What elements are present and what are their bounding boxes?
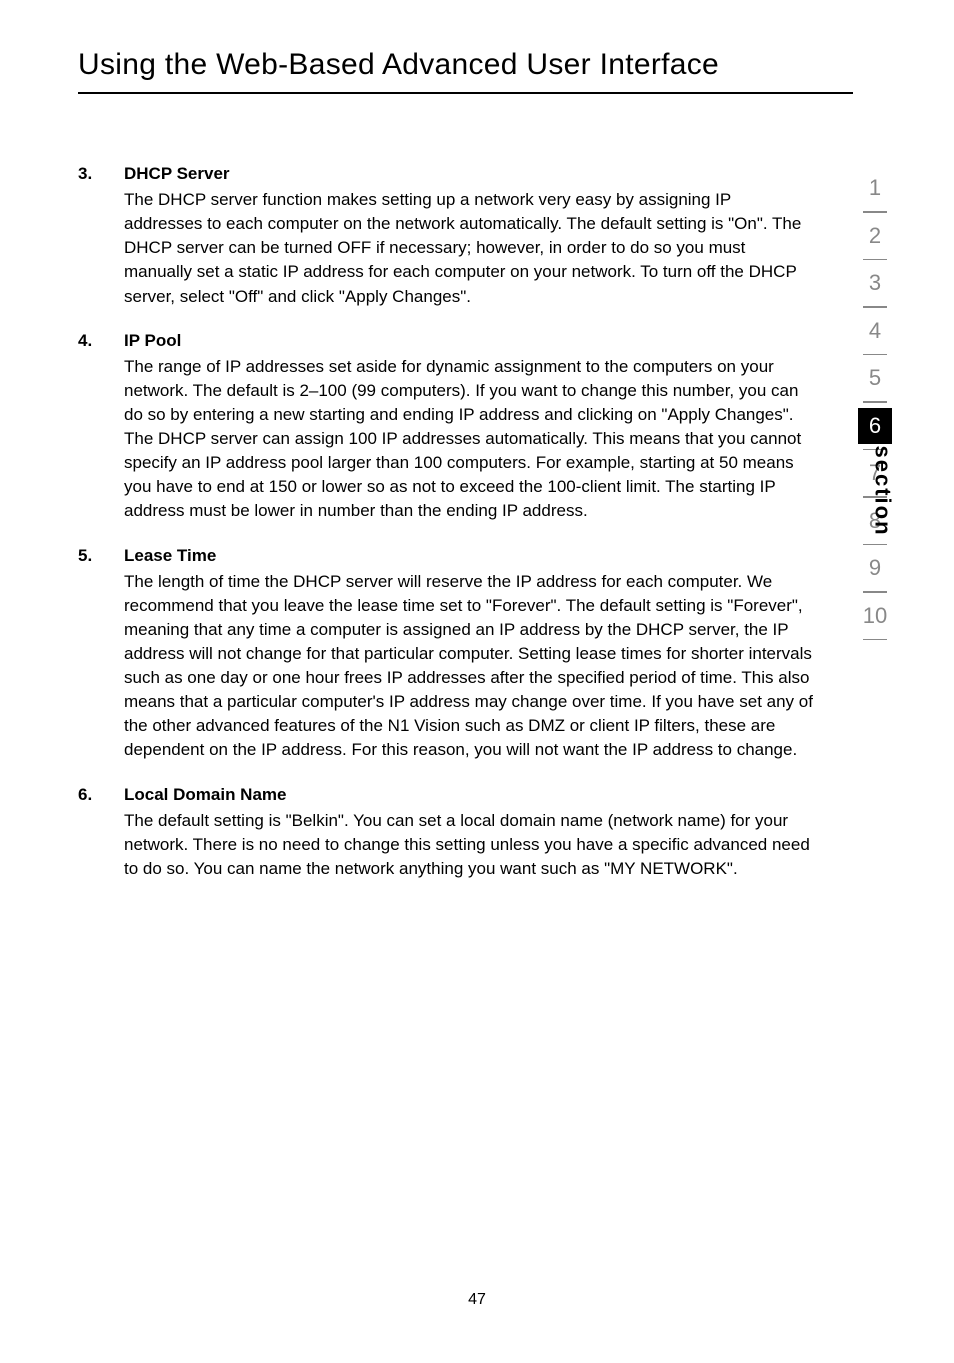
section-nav: 1 2 3 4 5 6 7 8 9 10: [858, 170, 892, 645]
item-body: Local Domain Name The default setting is…: [124, 785, 844, 891]
item-number: 5.: [78, 546, 124, 566]
item-text: The range of IP addresses set aside for …: [124, 355, 844, 524]
nav-item-2[interactable]: 2: [858, 218, 892, 254]
item-text: The default setting is "Belkin". You can…: [124, 809, 844, 881]
list-item: 4. IP Pool The range of IP addresses set…: [78, 331, 844, 534]
item-text: The DHCP server function makes setting u…: [124, 188, 844, 309]
item-heading: Local Domain Name: [124, 785, 844, 805]
item-text: The length of time the DHCP server will …: [124, 570, 844, 763]
item-number: 3.: [78, 164, 124, 184]
item-heading: DHCP Server: [124, 164, 844, 184]
nav-item-3[interactable]: 3: [858, 265, 892, 301]
nav-divider: [863, 401, 887, 403]
list-item: 3. DHCP Server The DHCP server function …: [78, 164, 844, 319]
nav-item-5[interactable]: 5: [858, 360, 892, 396]
item-heading: Lease Time: [124, 546, 844, 566]
nav-divider: [863, 306, 887, 308]
page-number: 47: [0, 1291, 954, 1309]
nav-divider: [863, 591, 887, 593]
nav-divider: [863, 354, 887, 356]
nav-divider: [863, 544, 887, 546]
item-body: IP Pool The range of IP addresses set as…: [124, 331, 844, 534]
nav-item-1[interactable]: 1: [858, 170, 892, 206]
item-number: 6.: [78, 785, 124, 805]
nav-divider: [863, 259, 887, 261]
nav-item-6[interactable]: 6: [858, 408, 892, 444]
content-area: 3. DHCP Server The DHCP server function …: [0, 94, 954, 891]
item-heading: IP Pool: [124, 331, 844, 351]
nav-divider: [863, 211, 887, 213]
list-item: 6. Local Domain Name The default setting…: [78, 785, 844, 891]
item-number: 4.: [78, 331, 124, 351]
list-item: 5. Lease Time The length of time the DHC…: [78, 546, 844, 773]
section-label: section: [869, 445, 895, 536]
nav-divider: [863, 639, 887, 641]
nav-item-10[interactable]: 10: [858, 598, 892, 634]
page-title: Using the Web-Based Advanced User Interf…: [0, 0, 954, 82]
nav-item-4[interactable]: 4: [858, 313, 892, 349]
item-body: Lease Time The length of time the DHCP s…: [124, 546, 844, 773]
item-body: DHCP Server The DHCP server function mak…: [124, 164, 844, 319]
nav-item-9[interactable]: 9: [858, 550, 892, 586]
